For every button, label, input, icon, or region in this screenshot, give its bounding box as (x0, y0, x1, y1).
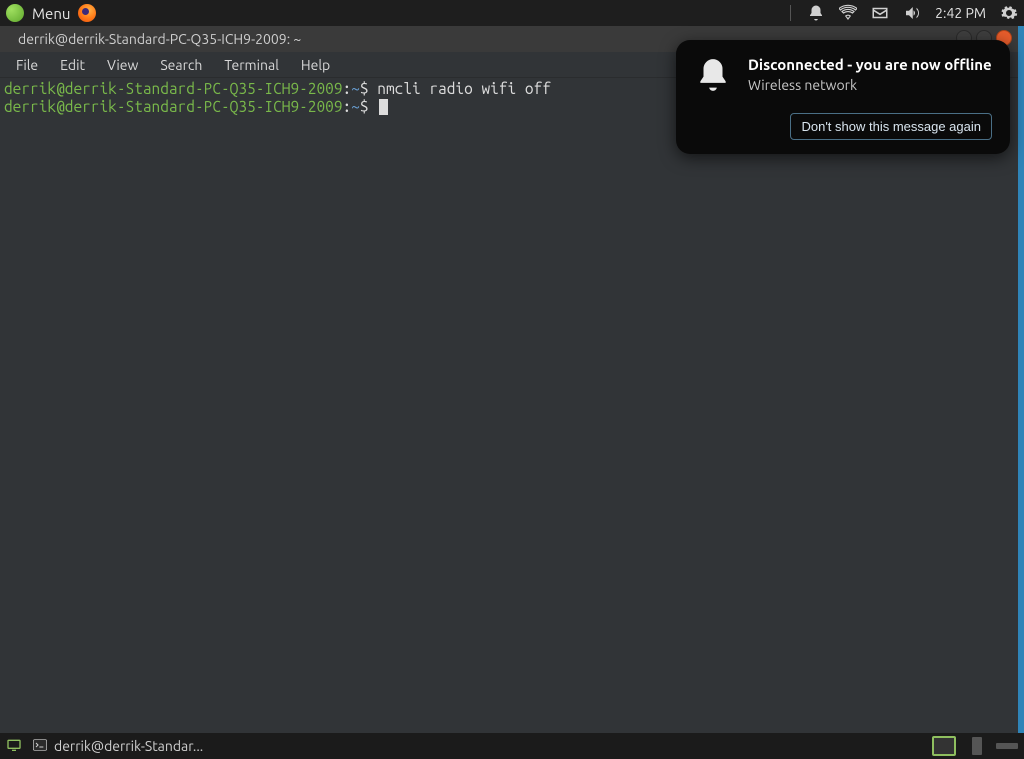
dont-show-again-button[interactable]: Don't show this message again (790, 113, 992, 140)
notification-actions: Don't show this message again (694, 113, 992, 140)
taskbar-widget-1[interactable] (972, 737, 982, 755)
terminal-icon (32, 737, 48, 756)
mint-logo-icon[interactable] (6, 4, 24, 22)
wifi-icon[interactable] (839, 4, 857, 22)
prompt-dollar-2: $ (360, 98, 377, 115)
command-text: nmcli radio wifi off (377, 80, 551, 97)
menu-button[interactable]: Menu (32, 5, 70, 22)
notification-popup: Disconnected - you are now offline Wirel… (676, 40, 1010, 154)
prompt-host-2: derrik@derrik-Standard-PC-Q35-ICH9-2009 (4, 98, 343, 115)
taskbar-widget-2[interactable] (996, 743, 1018, 749)
notification-title: Disconnected - you are now offline (748, 56, 992, 73)
terminal-body[interactable]: derrik@derrik-Standard-PC-Q35-ICH9-2009:… (0, 78, 1018, 733)
taskbar-entry-label: derrik@derrik-Standar... (54, 738, 203, 754)
show-desktop-icon[interactable] (6, 737, 22, 756)
prompt-host: derrik@derrik-Standard-PC-Q35-ICH9-2009 (4, 80, 343, 97)
bottom-taskbar: derrik@derrik-Standar... (0, 733, 1024, 759)
volume-icon[interactable] (903, 4, 921, 22)
prompt-path-2: ~ (351, 98, 360, 115)
window-title: derrik@derrik-Standard-PC-Q35-ICH9-2009:… (18, 31, 301, 47)
firefox-icon[interactable] (78, 4, 96, 22)
settings-icon[interactable] (1000, 4, 1018, 22)
notification-subtitle: Wireless network (748, 77, 992, 93)
panel-divider (790, 5, 791, 21)
prompt-dollar: $ (360, 80, 377, 97)
notification-content: Disconnected - you are now offline Wirel… (694, 56, 992, 97)
taskbar-entry-terminal[interactable]: derrik@derrik-Standar... (32, 737, 203, 756)
notification-text: Disconnected - you are now offline Wirel… (748, 56, 992, 97)
panel-right: 2:42 PM (788, 4, 1018, 22)
menu-terminal[interactable]: Terminal (214, 55, 289, 75)
notifications-icon[interactable] (807, 4, 825, 22)
prompt-colon-2: : (343, 98, 352, 115)
menu-edit[interactable]: Edit (50, 55, 95, 75)
mail-icon[interactable] (871, 4, 889, 22)
panel-left: Menu (6, 4, 96, 22)
top-panel: Menu 2:42 PM (0, 0, 1024, 26)
prompt-colon: : (343, 80, 352, 97)
clock[interactable]: 2:42 PM (935, 5, 986, 21)
menu-view[interactable]: View (97, 55, 148, 75)
right-edge-highlight (1018, 26, 1024, 733)
prompt-path: ~ (351, 80, 360, 97)
menu-file[interactable]: File (6, 55, 48, 75)
menu-search[interactable]: Search (150, 55, 212, 75)
terminal-cursor (379, 99, 388, 115)
workspace-switcher[interactable] (932, 736, 956, 756)
bell-icon (694, 56, 732, 97)
menu-help[interactable]: Help (291, 55, 340, 75)
